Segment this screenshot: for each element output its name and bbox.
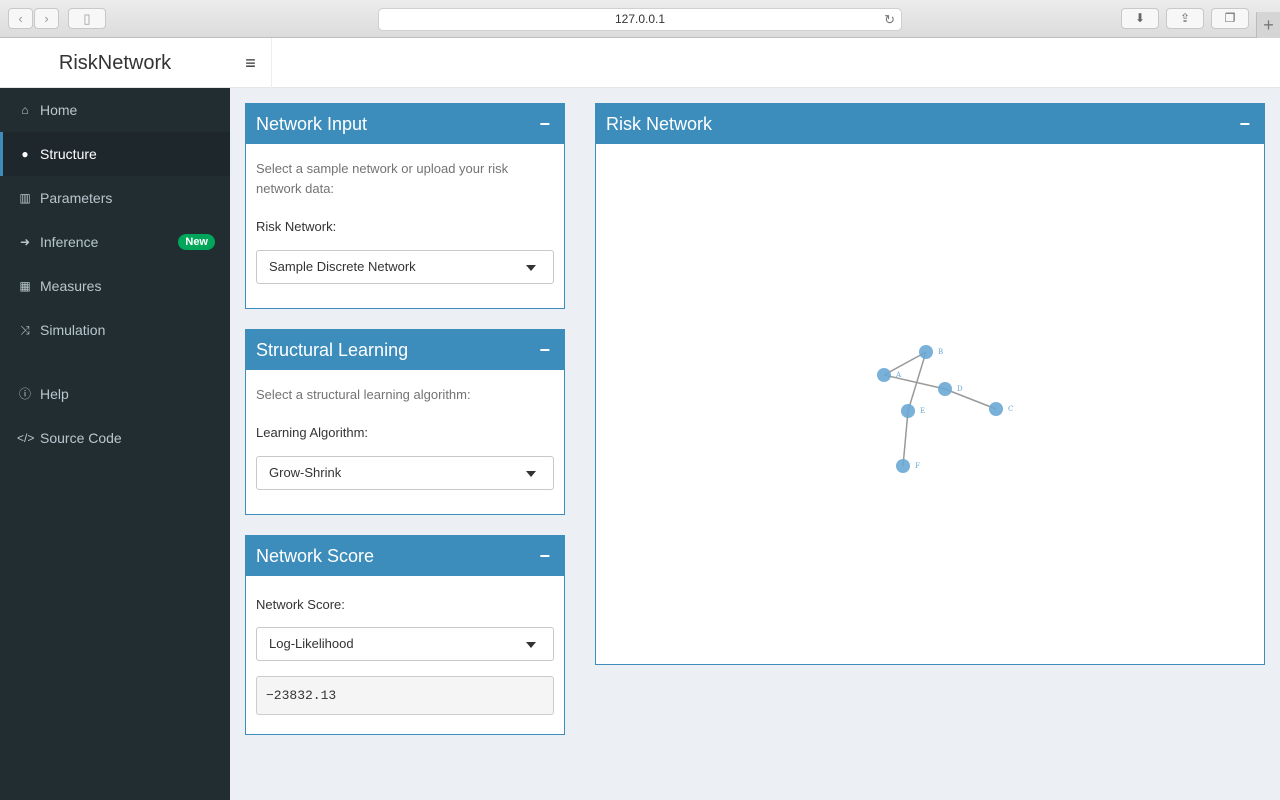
graph-node-a[interactable] [877,368,891,382]
arrow-right-icon: ➜ [19,235,31,249]
box-header: Network Score − [246,536,564,576]
risk-network-select[interactable]: Sample Discrete Network [256,250,554,284]
share-icon[interactable]: ⇪ [1166,8,1204,29]
code-icon: </> [17,431,35,445]
sidebar: ⌂ Home ● Structure ▥ Parameters ➜ Infere… [0,88,230,800]
download-icon[interactable]: ⬇ [1121,8,1159,29]
network-score-box: Network Score − Network Score: Log-Likel… [245,535,565,735]
graph-node-label: B [938,348,943,356]
browser-toolbar: ‹ › ▯ 127.0.0.1 ↻ ⬇ ⇪ ❐ + [0,0,1280,38]
box-header: Network Input − [246,104,564,144]
graph-edge-a-d [883,374,946,390]
home-icon: ⌂ [21,103,29,117]
info-circle-icon: ⓘ [18,387,31,401]
sidebar-item-label: Source Code [40,430,122,446]
main-header: ≡ [230,38,1280,88]
reload-icon[interactable]: ↻ [884,9,895,30]
graph-edge-e-f [902,410,909,467]
caret-down-icon [526,642,536,648]
network-score-output: −23832.13 [256,676,554,715]
sidebar-item-label: Simulation [40,322,106,338]
graph-node-label: F [915,462,920,470]
bars-icon[interactable]: ≡ [230,38,272,88]
sidebar-item-home[interactable]: ⌂ Home [0,88,230,132]
sidebar-item-source-code[interactable]: </> Source Code [0,416,230,460]
graph-node-f[interactable] [896,459,910,473]
network-score-select[interactable]: Log-Likelihood [256,627,554,661]
sidebar-item-simulation[interactable]: ⤨ Simulation [0,308,230,352]
network-score-label: Network Score: [256,597,345,612]
graph-node-label: C [1008,405,1013,413]
help-text: Select a sample network or upload your r… [256,161,509,196]
sidebar-item-label: Inference [40,234,99,250]
bar-chart-icon: ▥ [19,191,31,205]
graph-node-e[interactable] [901,404,915,418]
graph-node-d[interactable] [938,382,952,396]
learning-algorithm-select[interactable]: Grow-Shrink [256,456,554,490]
risk-network-label: Risk Network: [256,219,337,234]
graph-edge-d-c [944,388,997,410]
new-tab-icon[interactable]: + [1256,12,1280,38]
globe-icon: ● [21,147,29,161]
select-value: Log-Likelihood [269,636,354,651]
box-title: Risk Network [606,114,713,134]
graph-edges [883,351,997,467]
graph-node-c[interactable] [989,402,1003,416]
sidebar-toggle-icon[interactable]: ▯ [68,8,106,29]
address-bar[interactable]: 127.0.0.1 ↻ [378,8,902,31]
help-text: Select a structural learning algorithm: [256,387,471,402]
structural-learning-box: Structural Learning − Select a structura… [245,329,565,515]
sidebar-item-label: Measures [40,278,102,294]
sidebar-item-measures[interactable]: ▦ Measures [0,264,230,308]
sidebar-item-parameters[interactable]: ▥ Parameters [0,176,230,220]
caret-down-icon [526,265,536,271]
table-icon: ▦ [19,279,31,293]
new-badge: New [178,234,215,250]
sidebar-item-structure[interactable]: ● Structure [0,132,230,176]
graph-nodes: A B C D E F [877,345,1013,473]
sidebar-item-label: Parameters [40,190,113,206]
url-text: 127.0.0.1 [614,12,666,26]
sidebar-item-label: Home [40,102,78,118]
graph-node-b[interactable] [919,345,933,359]
box-title: Network Input [256,114,368,134]
back-button[interactable]: ‹ [8,8,33,29]
risk-network-box: Risk Network − A B C D E F [595,103,1265,665]
learning-algorithm-label: Learning Algorithm: [256,425,369,440]
risk-network-graph[interactable]: A B C D E F [596,144,1264,664]
sidebar-item-label: Help [40,386,69,402]
random-icon: ⤨ [20,323,30,337]
collapse-icon[interactable]: − [539,536,550,576]
forward-button[interactable]: › [34,8,59,29]
box-header: Structural Learning − [246,330,564,370]
graph-node-label: D [957,385,963,393]
box-title: Network Score [256,546,375,566]
caret-down-icon [526,471,536,477]
tabs-icon[interactable]: ❐ [1211,8,1249,29]
sidebar-item-label: Structure [40,146,97,162]
select-value: Grow-Shrink [269,465,342,480]
app-logo[interactable]: RiskNetwork [0,38,230,88]
sidebar-item-inference[interactable]: ➜ Inference New [0,220,230,264]
graph-node-label: E [920,407,925,415]
select-value: Sample Discrete Network [269,259,416,274]
graph-node-label: A [895,371,902,379]
box-header: Risk Network − [596,104,1264,144]
collapse-icon[interactable]: − [539,104,550,144]
box-title: Structural Learning [256,340,409,360]
collapse-icon[interactable]: − [539,330,550,370]
network-input-box: Network Input − Select a sample network … [245,103,565,309]
sidebar-item-help[interactable]: ⓘ Help [0,372,230,416]
collapse-icon[interactable]: − [1239,104,1250,144]
